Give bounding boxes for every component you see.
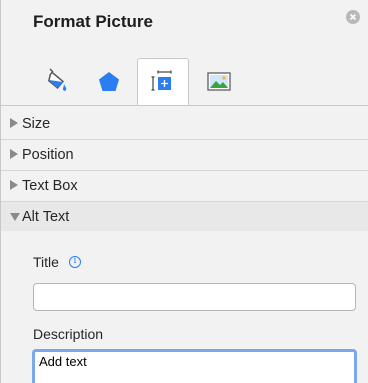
collapsed-arrow-icon — [10, 118, 18, 128]
description-value: Add text — [39, 354, 87, 369]
section-text-box[interactable]: Text Box — [1, 171, 368, 202]
section-position-label: Position — [22, 147, 74, 163]
tab-size-and-properties[interactable] — [137, 58, 189, 106]
paint-bucket-icon — [48, 68, 67, 91]
description-textarea[interactable]: Add text — [32, 349, 357, 383]
layout-properties-icon — [151, 70, 172, 91]
section-position[interactable]: Position — [1, 140, 368, 171]
tab-fill-and-line[interactable] — [31, 58, 83, 106]
description-label: Description — [33, 326, 104, 342]
tab-picture[interactable] — [193, 58, 245, 106]
section-size[interactable]: Size — [1, 109, 368, 140]
tab-divider — [1, 105, 368, 106]
alt-text-body: Title i Description Add text — [1, 231, 368, 383]
info-icon[interactable]: i — [69, 256, 81, 268]
title-input[interactable] — [33, 283, 356, 311]
image-icon — [207, 72, 231, 91]
close-icon[interactable] — [346, 10, 360, 24]
section-text-box-label: Text Box — [22, 178, 78, 194]
format-picture-pane: Format Picture Size Position Text Box Al… — [0, 0, 368, 383]
collapsed-arrow-icon — [10, 149, 18, 159]
tab-effects[interactable] — [83, 58, 135, 106]
pentagon-icon — [99, 72, 119, 91]
collapsed-arrow-icon — [10, 180, 18, 190]
pane-header: Format Picture — [1, 0, 368, 106]
section-alt-text-label: Alt Text — [22, 209, 70, 225]
expanded-arrow-icon — [10, 213, 20, 221]
section-size-label: Size — [22, 116, 51, 132]
pane-tabs — [1, 58, 368, 106]
section-alt-text[interactable]: Alt Text — [1, 202, 368, 232]
title-label: Title — [33, 254, 59, 270]
pane-title: Format Picture — [33, 12, 153, 31]
